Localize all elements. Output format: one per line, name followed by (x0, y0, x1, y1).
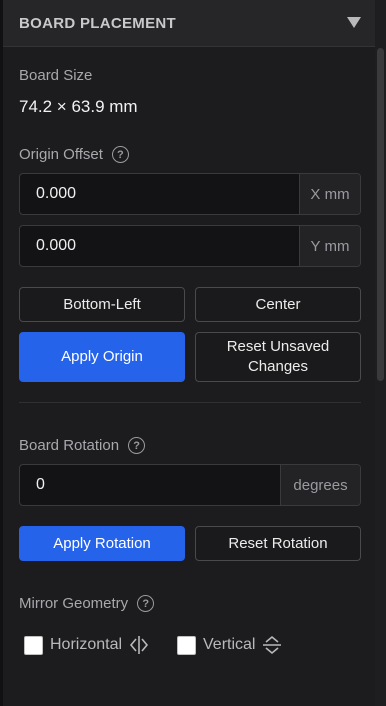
panel-left-edge (0, 0, 3, 706)
origin-offset-label-text: Origin Offset (19, 146, 103, 163)
help-icon[interactable]: ? (137, 595, 155, 612)
apply-origin-button[interactable]: Apply Origin (19, 332, 185, 382)
mirror-horizontal-checkbox[interactable] (24, 635, 43, 655)
mirror-horizontal-option[interactable]: Horizontal (24, 634, 150, 656)
mirror-geometry-label: Mirror Geometry ? (19, 595, 155, 612)
rotation-unit: degrees (280, 465, 360, 505)
origin-offset-label: Origin Offset ? (19, 146, 129, 163)
board-placement-panel: BOARD PLACEMENT Board Size 74.2 × 63.9 m… (0, 0, 386, 706)
mirror-vertical-label: Vertical (203, 636, 256, 653)
flip-horizontal-icon (128, 634, 150, 656)
origin-y-unit: Y mm (299, 226, 360, 266)
center-button[interactable]: Center (195, 287, 361, 322)
board-size-value: 74.2 × 63.9 mm (19, 97, 138, 116)
scrollbar-thumb[interactable] (377, 48, 384, 381)
origin-x-field: X mm (19, 173, 361, 215)
mirror-geometry-label-text: Mirror Geometry (19, 595, 129, 612)
board-size-label: Board Size (19, 67, 92, 84)
board-rotation-label-text: Board Rotation (19, 437, 120, 454)
origin-x-unit: X mm (299, 174, 360, 214)
board-size-label-text: Board Size (19, 67, 93, 84)
mirror-horizontal-label: Horizontal (50, 636, 123, 653)
reset-unsaved-changes-button[interactable]: Reset Unsaved Changes (195, 332, 361, 382)
mirror-vertical-checkbox[interactable] (177, 635, 196, 655)
reset-rotation-button[interactable]: Reset Rotation (195, 526, 361, 561)
rotation-field: degrees (19, 464, 361, 506)
help-icon[interactable]: ? (111, 146, 129, 163)
rotation-input[interactable] (20, 465, 280, 505)
mirror-vertical-option[interactable]: Vertical (177, 634, 283, 656)
origin-y-input[interactable] (20, 226, 299, 266)
origin-y-field: Y mm (19, 225, 361, 267)
flip-vertical-icon (261, 634, 283, 656)
section-title: BOARD PLACEMENT (19, 14, 176, 32)
apply-rotation-button[interactable]: Apply Rotation (19, 526, 185, 561)
section-header[interactable]: BOARD PLACEMENT (3, 0, 375, 47)
bottom-left-button[interactable]: Bottom-Left (19, 287, 185, 322)
board-rotation-label: Board Rotation ? (19, 437, 146, 454)
origin-x-input[interactable] (20, 174, 299, 214)
help-icon[interactable]: ? (128, 437, 146, 454)
section-divider (19, 402, 361, 403)
triangle-down-icon[interactable] (347, 17, 361, 28)
